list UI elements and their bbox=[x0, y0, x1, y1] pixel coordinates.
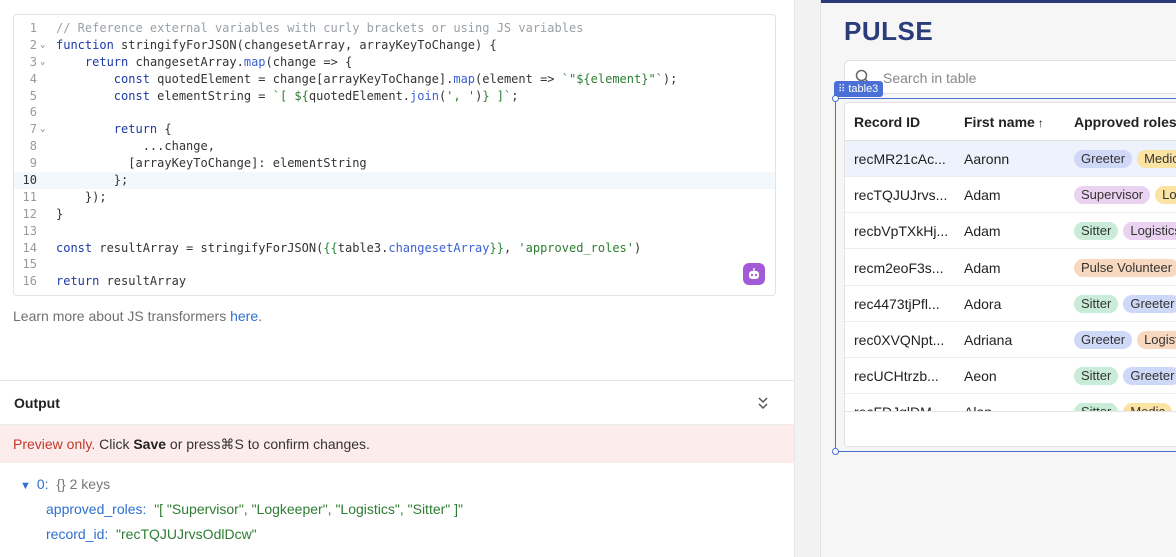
code-text: ...change, bbox=[56, 139, 215, 154]
tree-field-value: "recTQJUJrvsOdlDcw" bbox=[116, 526, 257, 542]
resize-handle-top-left[interactable] bbox=[832, 95, 839, 102]
tree-field-key: approved_roles: bbox=[46, 501, 147, 517]
code-line[interactable]: 8 ...change, bbox=[14, 138, 775, 155]
preview-banner: Preview only. Click Save or press⌘S to c… bbox=[0, 425, 794, 463]
code-line[interactable]: 5 const elementString = `[ ${quotedEleme… bbox=[14, 88, 775, 105]
code-line[interactable]: 16 return resultArray bbox=[14, 273, 775, 290]
code-text: }; bbox=[56, 173, 129, 188]
line-number: 6 bbox=[29, 105, 37, 120]
code-line[interactable]: 11 }); bbox=[14, 189, 775, 206]
search-placeholder: Search in table bbox=[883, 70, 977, 86]
code-line[interactable]: 7 ⌄ return { bbox=[14, 121, 775, 138]
canvas-top-bar bbox=[821, 0, 1176, 3]
tree-root-row[interactable]: ▼ 0: {} 2 keys bbox=[20, 473, 110, 495]
code-line[interactable]: 10 }; bbox=[14, 172, 775, 189]
code-text: // Reference external variables with cur… bbox=[56, 21, 584, 35]
line-number: 4 bbox=[29, 71, 37, 86]
code-text: } bbox=[56, 206, 64, 221]
code-line[interactable]: 6 bbox=[14, 104, 775, 121]
chevrons-down-icon[interactable] bbox=[756, 395, 770, 411]
code-text: const resultArray = stringifyForJSON({{t… bbox=[56, 240, 642, 255]
caret-down-icon[interactable]: ▼ bbox=[20, 480, 31, 492]
line-number: 9 bbox=[29, 156, 37, 171]
table-search-input[interactable]: Search in table bbox=[844, 60, 1176, 94]
code-line[interactable]: 1 // Reference external variables with cu… bbox=[14, 20, 775, 37]
line-number: 15 bbox=[22, 257, 37, 272]
code-line[interactable]: 13 bbox=[14, 223, 775, 240]
code-line[interactable]: 3 ⌄ return changesetArray.map(change => { bbox=[14, 54, 775, 71]
line-number: 14 bbox=[22, 240, 37, 255]
code-text: return resultArray bbox=[56, 274, 187, 289]
bot-icon bbox=[749, 268, 759, 279]
line-number: 13 bbox=[22, 223, 37, 238]
code-line[interactable]: 2 ⌄ function stringifyForJSON(changesetArr… bbox=[14, 37, 775, 54]
code-lines: 1 // Reference external variables with cu… bbox=[14, 20, 775, 290]
preview-save-label: Save bbox=[133, 436, 167, 452]
learn-more-prefix: Learn more about JS transformers bbox=[13, 308, 231, 324]
app-canvas: PULSE Search in table Record ID First na… bbox=[820, 0, 1176, 557]
line-number: 3 bbox=[29, 54, 37, 69]
component-tag[interactable]: ⠿ table3 bbox=[834, 81, 884, 97]
code-text: const elementString = `[ ${quotedElement… bbox=[113, 88, 519, 103]
line-number: 7 bbox=[29, 122, 37, 137]
line-number: 8 bbox=[29, 139, 37, 154]
tree-root-meta: {} 2 keys bbox=[56, 476, 111, 492]
pane-resize-handle[interactable] bbox=[794, 0, 820, 557]
code-text: return { bbox=[113, 122, 172, 137]
preview-warning: Preview only. bbox=[13, 436, 96, 452]
line-number: 11 bbox=[22, 189, 37, 204]
line-number: 2 bbox=[29, 37, 37, 52]
grip-icon[interactable]: ⠿ bbox=[838, 84, 845, 95]
learn-more-link[interactable]: here bbox=[230, 308, 258, 324]
code-text: }); bbox=[56, 189, 107, 204]
preview-text-3: to confirm changes. bbox=[243, 436, 370, 452]
learn-more-suffix: . bbox=[258, 308, 263, 324]
line-number: 12 bbox=[22, 206, 37, 221]
resize-handle-bottom-left[interactable] bbox=[832, 448, 839, 455]
preview-text-1: Click bbox=[95, 436, 134, 452]
line-number: 1 bbox=[29, 21, 37, 35]
preview-shortcut: ⌘S bbox=[220, 436, 244, 452]
code-text: function stringifyForJSON(changesetArray… bbox=[56, 37, 497, 52]
line-number: 10 bbox=[22, 173, 37, 188]
fold-chevron-icon[interactable]: ⌄ bbox=[40, 37, 45, 54]
line-number: 16 bbox=[22, 274, 37, 289]
output-header[interactable]: Output bbox=[0, 380, 794, 425]
code-text: return changesetArray.map(change => { bbox=[84, 54, 353, 69]
code-line[interactable]: 4 const quotedElement = change[arrayKeyT… bbox=[14, 71, 775, 88]
tree-field-key: record_id: bbox=[46, 526, 109, 542]
learn-more-text: Learn more about JS transformers here. bbox=[13, 308, 262, 324]
code-line[interactable]: 9 [arrayKeyToChange]: elementString bbox=[14, 155, 775, 172]
tree-field-value: "[ "Supervisor", "Logkeeper", "Logistics… bbox=[154, 501, 464, 517]
code-text: const quotedElement = change[arrayKeyToC… bbox=[113, 71, 678, 86]
preview-text-2: or press bbox=[166, 436, 221, 452]
ai-assist-button[interactable] bbox=[743, 263, 765, 285]
tree-field-row: record_id: "recTQJUJrvsOdlDcw" bbox=[46, 523, 257, 545]
app-title: PULSE bbox=[844, 16, 934, 46]
component-selection-outline[interactable]: ⠿ table3 bbox=[832, 81, 1176, 455]
code-line[interactable]: 15 bbox=[14, 256, 775, 273]
tree-field-row: approved_roles: "[ "Supervisor", "Logkee… bbox=[46, 498, 463, 520]
code-text: [arrayKeyToChange]: elementString bbox=[56, 156, 367, 171]
output-title: Output bbox=[14, 395, 60, 411]
transformer-editor-pane: 1 // Reference external variables with cu… bbox=[0, 0, 794, 557]
code-line[interactable]: 14 const resultArray = stringifyForJSON({… bbox=[14, 240, 775, 257]
fold-chevron-icon[interactable]: ⌄ bbox=[40, 121, 45, 138]
fold-chevron-icon[interactable]: ⌄ bbox=[40, 54, 45, 71]
component-tag-label: table3 bbox=[848, 83, 879, 95]
line-number: 5 bbox=[29, 88, 37, 103]
tree-root-key: 0: bbox=[36, 476, 49, 492]
code-editor[interactable]: 1 // Reference external variables with cu… bbox=[13, 14, 776, 296]
code-line[interactable]: 12} bbox=[14, 206, 775, 223]
